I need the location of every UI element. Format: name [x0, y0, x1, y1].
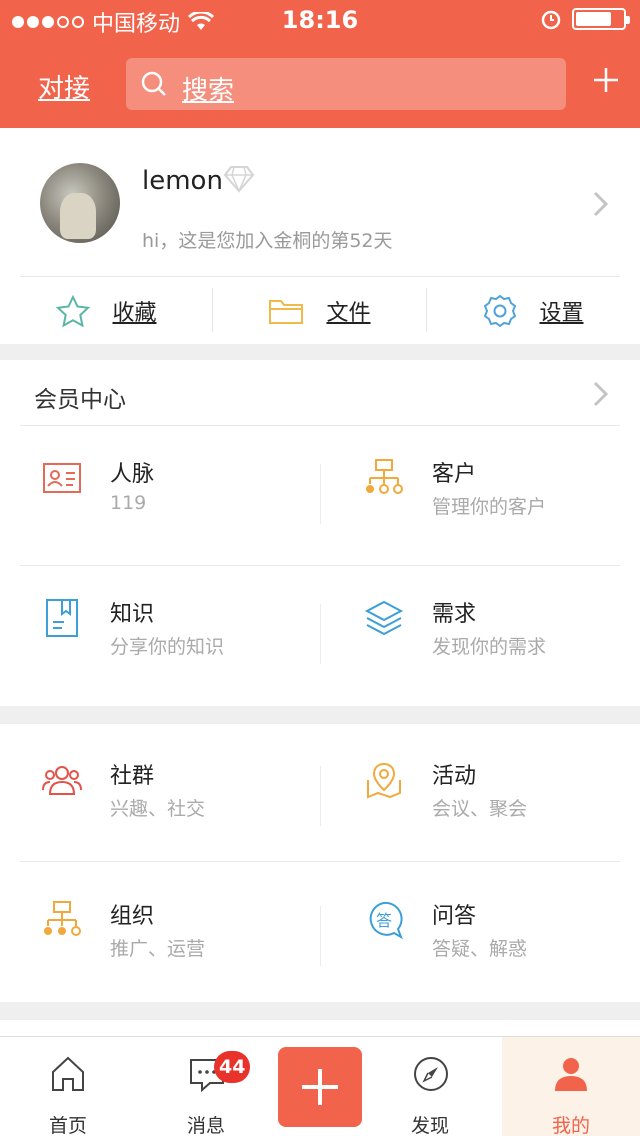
tab-label: 发现	[410, 1115, 449, 1136]
username: lemon	[142, 166, 223, 196]
community-section: 社群 兴趣、社交 活动 会议、聚会 组织 推广、运营 答 问答 答疑、解惑	[0, 724, 640, 1002]
organization-item[interactable]: 组织 推广、运营	[0, 868, 320, 1006]
settings-button[interactable]: 设置	[427, 278, 640, 344]
item-title: 社群	[110, 764, 155, 789]
qa-icon-glyph: 答	[376, 911, 392, 930]
groups-item[interactable]: 社群 兴趣、社交	[0, 728, 320, 866]
search-icon	[141, 71, 166, 96]
tab-label: 消息	[186, 1115, 225, 1136]
item-title: 人脉	[110, 462, 155, 487]
tab-label: 我的	[551, 1115, 590, 1136]
compass-icon	[414, 1057, 448, 1091]
folder-icon	[269, 300, 304, 324]
add-icon	[302, 1069, 338, 1105]
battery-icon	[572, 8, 630, 30]
qa-bubble-icon: 答	[369, 901, 403, 940]
settings-label: 设置	[539, 301, 584, 326]
item-subtitle: 兴趣、社交	[110, 798, 206, 820]
item-subtitle: 分享你的知识	[110, 636, 225, 658]
favorites-button[interactable]: 收藏	[0, 278, 213, 344]
tab-messages[interactable]: 44 消息	[142, 1037, 270, 1136]
item-subtitle: 答疑、解惑	[432, 938, 528, 960]
org-chart-icon	[44, 901, 81, 936]
chevron-right-icon[interactable]	[592, 190, 610, 218]
group-icon	[42, 766, 82, 795]
join-greeting: hi，这是您加入金桐的第52天	[142, 230, 393, 252]
item-subtitle: 发现你的需求	[432, 636, 547, 658]
item-title: 组织	[110, 904, 155, 929]
qa-item[interactable]: 答 问答 答疑、解惑	[320, 868, 640, 1006]
gear-icon	[484, 294, 517, 328]
favorites-label: 收藏	[112, 301, 157, 326]
search-input[interactable]: 搜索	[126, 58, 566, 110]
book-icon	[46, 599, 78, 637]
files-label: 文件	[326, 301, 371, 326]
unread-badge: 44	[214, 1051, 251, 1083]
divider	[20, 276, 620, 277]
knowledge-item[interactable]: 知识 分享你的知识	[0, 566, 320, 704]
divider	[20, 861, 620, 862]
events-item[interactable]: 活动 会议、聚会	[320, 728, 640, 866]
contact-card-icon	[43, 463, 81, 493]
star-icon	[56, 295, 91, 327]
clients-item[interactable]: 客户 管理你的客户	[320, 426, 640, 564]
chevron-right-icon[interactable]	[592, 380, 610, 408]
item-subtitle: 管理你的客户	[432, 496, 547, 518]
next-section-edge	[0, 1020, 640, 1036]
app-header: 中国移动 18:16 对接 搜索	[0, 0, 640, 128]
tab-bar: 首页 44 消息 发现 我的	[0, 1036, 640, 1136]
alarm-icon	[541, 10, 561, 30]
contacts-item[interactable]: 人脉 119	[0, 426, 320, 564]
item-title: 需求	[432, 602, 477, 627]
tab-label: 首页	[48, 1115, 87, 1136]
tab-me[interactable]: 我的	[502, 1037, 640, 1136]
profile-card[interactable]: lemon hi，这是您加入金桐的第52天 收藏 文件 设置	[0, 128, 640, 344]
person-icon	[555, 1058, 587, 1091]
item-title: 客户	[432, 462, 477, 487]
map-pin-icon	[367, 762, 401, 799]
tab-home[interactable]: 首页	[4, 1037, 132, 1136]
item-title: 问答	[432, 904, 477, 929]
item-title: 活动	[432, 764, 477, 789]
status-bar: 中国移动 18:16	[0, 0, 640, 40]
section-title: 会员中心	[34, 387, 126, 413]
member-center-section: 会员中心 人脉 119 客户 管理你的客户 知识 分享你的知识 需求 发现你的需…	[0, 360, 640, 706]
dock-link[interactable]: 对接	[38, 68, 90, 105]
item-subtitle: 会议、聚会	[432, 798, 528, 820]
add-icon[interactable]	[590, 64, 622, 96]
add-button[interactable]	[278, 1047, 362, 1127]
layers-icon	[364, 600, 404, 636]
org-chart-icon	[366, 459, 403, 494]
item-subtitle: 推广、运营	[110, 938, 206, 960]
home-icon	[52, 1056, 84, 1091]
tab-discover[interactable]: 发现	[366, 1037, 494, 1136]
avatar[interactable]	[40, 163, 120, 243]
needs-item[interactable]: 需求 发现你的需求	[320, 566, 640, 704]
files-button[interactable]: 文件	[213, 278, 426, 344]
diamond-icon	[223, 166, 255, 193]
search-placeholder: 搜索	[182, 76, 235, 106]
item-subtitle: 119	[110, 492, 147, 514]
item-title: 知识	[110, 602, 155, 627]
